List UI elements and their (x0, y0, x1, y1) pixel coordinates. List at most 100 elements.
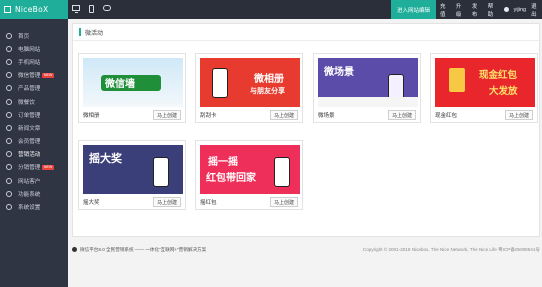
sidebar-item-label: 网站客户 (18, 178, 41, 185)
sidebar-item-label: 功能系统 (18, 191, 41, 198)
sidebar-item-label: 手机网站 (18, 59, 41, 66)
create-now-button[interactable]: 马上创建 (153, 197, 181, 207)
new-badge: NEW (42, 72, 54, 78)
card-name: 微场景 (318, 113, 335, 119)
main-content: 微活动 微信墙 微相册 马上创建 微相册 与朋友分享 刮刮卡 马上创建 微场景 (68, 19, 542, 287)
sidebar-item-label: 微餐饮 (18, 99, 35, 106)
sidebar-item-label: 产品管理 (18, 86, 41, 93)
recharge-link[interactable]: 充值 (440, 2, 451, 18)
function-icon (6, 190, 12, 197)
sidebar-item-mobile-site[interactable]: 手机网站 (0, 55, 68, 68)
top-links: 充值 升级 发布 帮助 yijing 退出 (440, 0, 542, 19)
banner-title: 微场景 (324, 67, 354, 78)
help-link[interactable]: 帮助 (488, 2, 499, 18)
banner-title: 微信墙 (105, 79, 135, 90)
copyright: Copyright © 2001-2018 Nicebox, The Nice … (362, 247, 540, 252)
banner-title: 摇大奖 (89, 153, 122, 165)
card-name: 摇大奖 (83, 200, 100, 206)
sidebar-item-orders[interactable]: 订单管理 (0, 108, 68, 121)
member-icon (6, 138, 12, 145)
order-icon (6, 111, 12, 118)
sidebar-item-marketing[interactable]: 营销活动 (0, 148, 68, 161)
sidebar-item-label: 首页 (18, 33, 30, 40)
publish-link[interactable]: 发布 (472, 2, 483, 18)
home-icon (6, 32, 12, 39)
banner-title: 微相册 (254, 74, 284, 85)
activities-panel: 微活动 微信墙 微相册 马上创建 微相册 与朋友分享 刮刮卡 马上创建 微场景 (72, 23, 540, 237)
username[interactable]: yijing (514, 7, 527, 13)
sidebar-item-distribution[interactable]: 分销管理 NEW (0, 161, 68, 174)
info-icon (72, 247, 77, 253)
activity-card-shake-redpacket: 摇一摇 红包带回家 摇红包 马上创建 (195, 140, 303, 210)
gear-icon[interactable] (503, 7, 509, 12)
phone-graphic (212, 68, 228, 98)
card-name: 刮刮卡 (200, 113, 217, 119)
card-name: 现金红包 (435, 113, 458, 119)
sidebar-item-label: 新闻文章 (18, 125, 41, 132)
top-bar: NiceBoX 进入网站编辑 充值 升级 发布 帮助 yijing 退出 (0, 0, 542, 19)
sidebar-item-label: 营销活动 (18, 152, 41, 159)
scene-banner-image: 微场景 (318, 58, 418, 107)
scratch-banner-image: 微相册 与朋友分享 (200, 58, 300, 107)
settings-icon (6, 204, 12, 211)
sidebar-item-label: 订单管理 (18, 112, 41, 119)
banner-subtitle: 大发放 (489, 86, 518, 97)
news-icon (6, 124, 12, 131)
create-now-button[interactable]: 马上创建 (270, 197, 298, 207)
sidebar-item-pc-site[interactable]: 电脑网站 (0, 42, 68, 55)
phone-graphic (274, 157, 290, 187)
sidebar-item-customers[interactable]: 网站客户 (0, 174, 68, 187)
mobile-icon (6, 58, 12, 65)
menu-grid-icon[interactable] (4, 6, 11, 13)
sidebar-item-home[interactable]: 首页 (0, 29, 68, 42)
create-now-button[interactable]: 马上创建 (505, 110, 533, 120)
banner-title: 现金红包 (479, 70, 518, 81)
enter-site-button[interactable]: 进入网站编辑 (391, 0, 436, 19)
activity-card-cash-redpacket: 现金红包 大发放 现金红包 马上创建 (430, 53, 538, 123)
sidebar-item-label: 分销管理 (18, 165, 41, 172)
phone-icon[interactable] (89, 5, 94, 13)
chat-icon[interactable] (103, 5, 111, 11)
sidebar-item-functions[interactable]: 功能系统 (0, 187, 68, 200)
activity-card-shake-prize: 摇大奖 摇大奖 马上创建 (78, 140, 186, 210)
footer: 微信平台8.0 全民营销系统 —— 一体化“互联网+”营销解决方案 Copyri… (72, 245, 540, 255)
monitor-icon[interactable] (72, 5, 80, 13)
new-badge: NEW (42, 164, 54, 170)
activity-card-scene: 微场景 微场景 马上创建 (313, 53, 421, 123)
shake-redpacket-banner-image: 摇一摇 红包带回家 (200, 145, 300, 194)
brand[interactable]: NiceBoX (0, 0, 68, 19)
distribution-icon (6, 164, 12, 171)
sidebar-item-wechat[interactable]: 微信管理 NEW (0, 69, 68, 82)
sidebar-item-news[interactable]: 新闻文章 (0, 121, 68, 134)
banner-strip (318, 97, 418, 107)
logout-link[interactable]: 退出 (531, 2, 542, 18)
sidebar-item-label: 系统设置 (18, 205, 41, 212)
footer-tagline: 微信平台8.0 全民营销系统 —— 一体化“互联网+”营销解决方案 (80, 247, 207, 252)
banner-subtitle: 红包带回家 (206, 173, 256, 184)
customer-icon (6, 177, 12, 184)
card-name: 摇红包 (200, 200, 217, 206)
sidebar-item-label: 微信管理 (18, 73, 41, 80)
create-now-button[interactable]: 马上创建 (270, 110, 298, 120)
create-now-button[interactable]: 马上创建 (153, 110, 181, 120)
upgrade-link[interactable]: 升级 (456, 2, 467, 18)
redpacket-banner-image: 现金红包 大发放 (435, 58, 535, 107)
sidebar: 首页 电脑网站 手机网站 微信管理 NEW 产品管理 微餐饮 订单管理 新闻文章 … (0, 19, 68, 287)
logo: NiceBoX (15, 5, 49, 14)
sidebar-item-members[interactable]: 会员管理 (0, 135, 68, 148)
redpacket-graphic (449, 68, 465, 92)
marketing-icon (6, 151, 12, 158)
sidebar-nav: 首页 电脑网站 手机网站 微信管理 NEW 产品管理 微餐饮 订单管理 新闻文章 … (0, 19, 68, 214)
create-now-button[interactable]: 马上创建 (388, 110, 416, 120)
sidebar-item-products[interactable]: 产品管理 (0, 82, 68, 95)
card-name: 微相册 (83, 113, 100, 119)
sidebar-item-settings[interactable]: 系统设置 (0, 200, 68, 213)
sidebar-item-catering[interactable]: 微餐饮 (0, 95, 68, 108)
phone-graphic (153, 157, 169, 187)
activity-card-scratch: 微相册 与朋友分享 刮刮卡 马上创建 (195, 53, 303, 123)
activity-card-album: 微信墙 微相册 马上创建 (78, 53, 186, 123)
footer-left: 微信平台8.0 全民营销系统 —— 一体化“互联网+”营销解决方案 (72, 247, 206, 253)
banner-title: 摇一摇 (208, 157, 238, 168)
product-icon (6, 85, 12, 92)
header-accent (79, 28, 81, 36)
